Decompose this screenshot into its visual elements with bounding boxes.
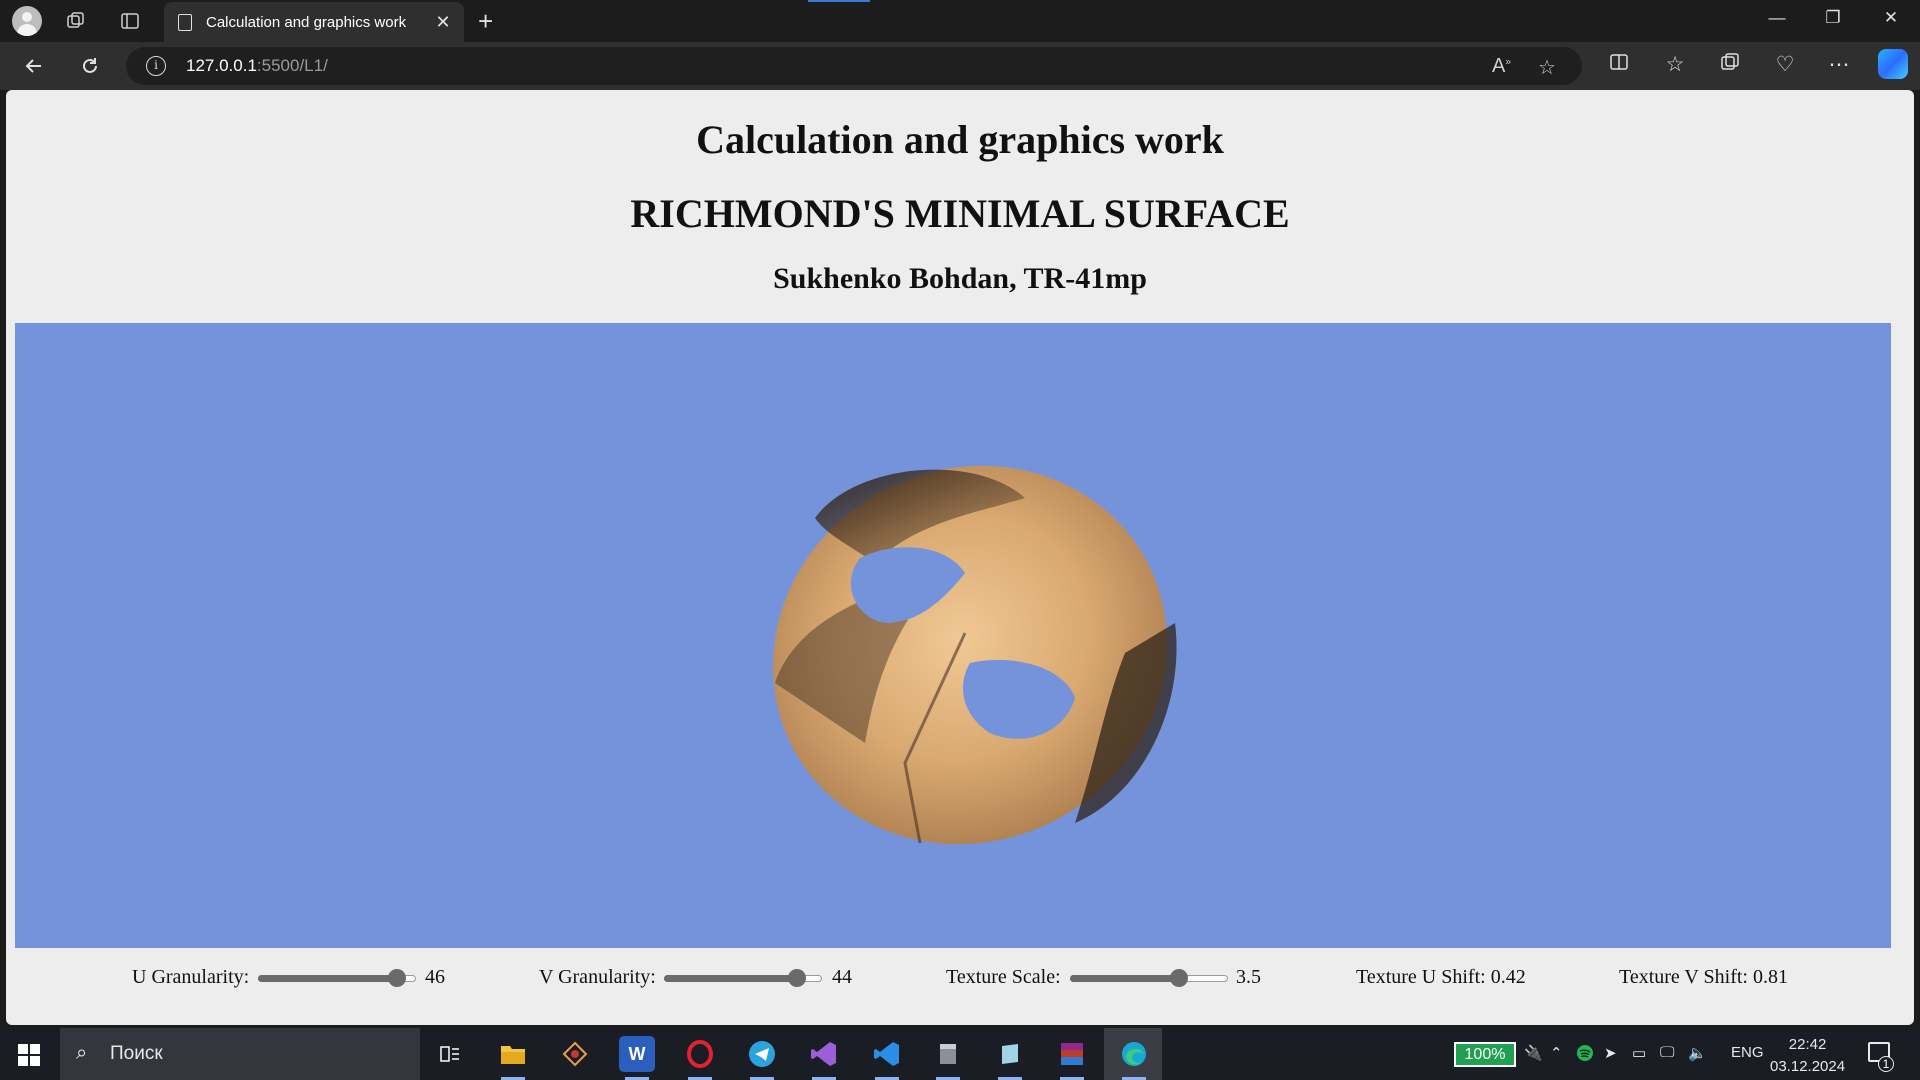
network-icon[interactable]: 🖵 [1660,1044,1674,1061]
workspaces-icon[interactable] [62,7,90,35]
tab-close-button[interactable]: ✕ [428,12,458,33]
u-granularity-slider[interactable] [258,969,416,987]
file-explorer-icon[interactable] [495,1036,531,1080]
richmond-surface-render [773,465,1177,845]
texture-scale-value: 3.5 [1236,966,1261,988]
v-granularity-label: V Granularity: [539,966,656,988]
winrar-icon[interactable] [1054,1036,1090,1080]
window-accent-strip [808,0,870,2]
surface-shape [773,465,1177,845]
start-tile [18,1044,28,1054]
browser-toolbar: i 127.0.0.1:5500/L1/ A» ☆ ☆ ♡ ⋯ [0,42,1920,90]
address-bar[interactable]: i 127.0.0.1:5500/L1/ A» ☆ [126,47,1582,85]
volume-icon[interactable]: 🔈 [1688,1044,1707,1062]
read-aloud-icon[interactable]: A» [1492,55,1511,78]
language-indicator[interactable]: ENG [1731,1044,1764,1061]
refresh-icon[interactable] [76,52,104,80]
close-window-button[interactable]: ✕ [1876,8,1906,28]
controls-panel: U Granularity: 46 V Granularity: 44 Text… [6,952,1914,1002]
browser-title-bar: Calculation and graphics work ✕ + — ❐ ✕ [0,0,1920,42]
browser-essentials-icon[interactable]: ♡ [1770,52,1800,77]
slider-fill [1070,975,1180,982]
vertical-tabs-icon[interactable] [116,7,144,35]
page-author: Sukhenko Bohdan, TR-41mp [773,262,1147,295]
opera-icon[interactable] [682,1036,718,1080]
telegram-icon[interactable] [744,1036,780,1080]
windows-taskbar: ⌕ Поиск W 100% 🔌 ⌃ ➤ ▭ 🖵 🔈 ENG 22:42 03.… [0,1028,1920,1080]
collections-icon[interactable] [1715,52,1745,78]
slider-thumb[interactable] [1170,969,1189,987]
v-granularity-slider[interactable] [664,969,822,987]
favorites-icon[interactable]: ☆ [1660,52,1690,77]
texture-scale-slider[interactable] [1070,969,1228,987]
battery-tray-icon[interactable]: ▭ [1632,1044,1646,1062]
texture-u-shift-text: Texture U Shift: 0.42 [1356,966,1526,988]
spotify-icon[interactable] [1576,1044,1594,1066]
app-diamond-icon[interactable] [557,1036,593,1072]
url-text[interactable]: 127.0.0.1:5500/L1/ [186,56,328,76]
notification-count: 1 [1878,1056,1894,1072]
favorite-star-icon[interactable]: ☆ [1538,55,1556,80]
edge-icon[interactable] [1116,1036,1152,1080]
v-granularity-value: 44 [832,966,852,988]
telegram-tray-icon[interactable]: ➤ [1604,1044,1617,1062]
back-icon[interactable] [20,52,48,80]
page-title: Calculation and graphics work [696,117,1224,162]
page-subtitle: RICHMOND'S MINIMAL SURFACE [630,191,1290,236]
start-tile [30,1044,40,1054]
webgl-canvas[interactable] [15,323,1891,948]
app-notes-icon[interactable] [992,1036,1028,1080]
tab-title: Calculation and graphics work [206,13,407,31]
texture-scale-label: Texture Scale: [946,966,1061,988]
url-path: :5500/L1/ [256,56,328,75]
start-tile [30,1056,40,1066]
site-info-icon[interactable]: i [146,56,166,76]
word-icon[interactable]: W [619,1036,655,1080]
restore-button[interactable]: ❐ [1818,8,1848,28]
tray-chevron-icon[interactable]: ⌃ [1550,1044,1563,1062]
more-options-icon[interactable]: ⋯ [1824,52,1854,77]
copilot-icon[interactable] [1878,49,1908,79]
system-clock[interactable]: 22:42 03.12.2024 [1770,1034,1845,1078]
start-button[interactable] [18,1044,40,1066]
slider-fill [664,975,797,982]
start-tile [18,1056,28,1066]
slider-thumb[interactable] [388,969,407,987]
taskbar-search[interactable]: ⌕ Поиск [60,1028,420,1080]
clock-time: 22:42 [1788,1036,1827,1053]
vscode-icon[interactable] [869,1036,905,1080]
slider-fill [258,975,398,982]
new-tab-button[interactable]: + [478,6,493,37]
texture-v-shift-text: Texture V Shift: 0.81 [1619,966,1788,988]
search-placeholder: Поиск [110,1043,163,1064]
u-granularity-label: U Granularity: [132,966,250,988]
tab-active[interactable]: Calculation and graphics work ✕ [164,2,464,42]
split-screen-icon[interactable] [1604,52,1634,78]
visual-studio-icon[interactable] [806,1036,842,1080]
clock-date: 03.12.2024 [1770,1058,1846,1075]
minimize-button[interactable]: — [1762,8,1792,28]
url-host: 127.0.0.1 [186,56,257,75]
power-plug-icon[interactable]: 🔌 [1524,1044,1543,1062]
page-icon [178,13,192,31]
u-granularity-value: 46 [425,966,445,988]
search-icon: ⌕ [76,1042,88,1064]
battery-indicator[interactable]: 100% [1454,1042,1516,1067]
slider-thumb[interactable] [787,969,806,987]
page-viewport: Calculation and graphics work RICHMOND'S… [6,90,1914,1025]
task-view-icon[interactable] [432,1036,468,1072]
profile-avatar[interactable] [12,6,42,36]
app-archive-icon[interactable] [930,1036,966,1080]
